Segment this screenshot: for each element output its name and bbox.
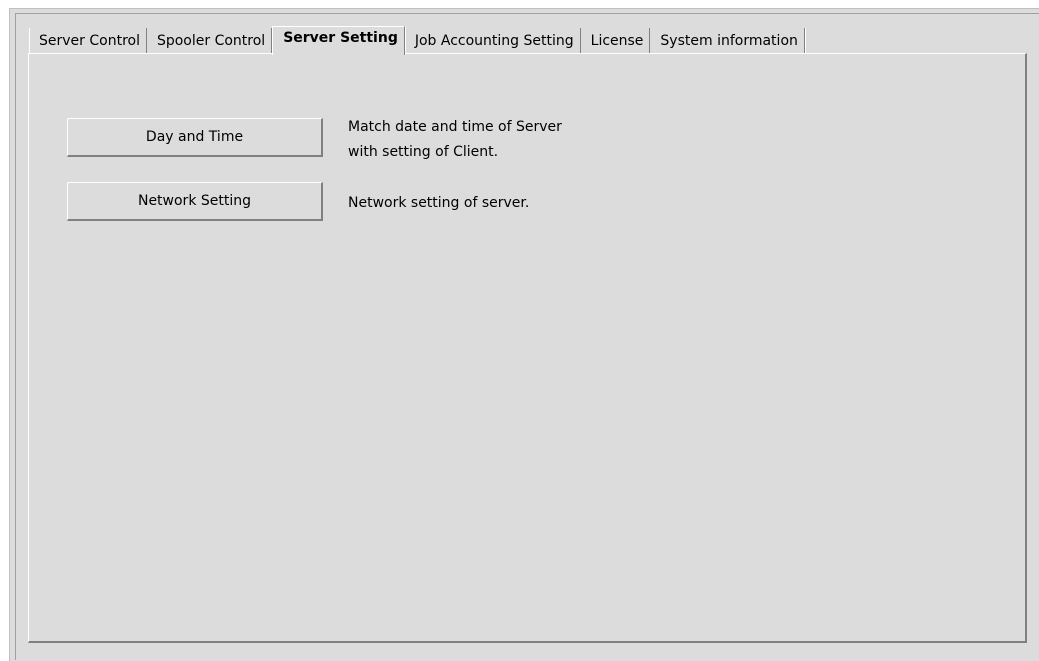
tab-server-control[interactable]: Server Control [29, 28, 148, 54]
tab-label: System information [660, 33, 798, 49]
tab-spooler-control[interactable]: Spooler Control [146, 28, 274, 54]
server-setting-panel: Day and Time Match date and time of Serv… [28, 53, 1027, 643]
network-setting-button[interactable]: Network Setting [67, 182, 323, 221]
tab-server-setting[interactable]: Server Setting [272, 26, 406, 55]
tab-strip: Server Control Spooler Control Server Se… [29, 25, 807, 55]
tab-system-information[interactable]: System information [650, 28, 807, 54]
tab-label: Server Setting [283, 30, 398, 46]
tab-label: Job Accounting Setting [414, 33, 574, 49]
day-and-time-description-line2: with setting of Client. [348, 144, 499, 160]
day-and-time-description-line1: Match date and time of Server [348, 119, 562, 135]
tab-license[interactable]: License [580, 28, 652, 54]
network-setting-description: Network setting of server. [348, 195, 530, 211]
tab-label: License [590, 33, 644, 49]
tab-label: Spooler Control [156, 33, 266, 49]
tab-job-accounting-setting[interactable]: Job Accounting Setting [404, 28, 582, 54]
day-and-time-description: Match date and time of Server with setti… [348, 115, 562, 165]
day-and-time-button[interactable]: Day and Time [67, 118, 323, 157]
tab-label: Server Control [39, 33, 140, 49]
